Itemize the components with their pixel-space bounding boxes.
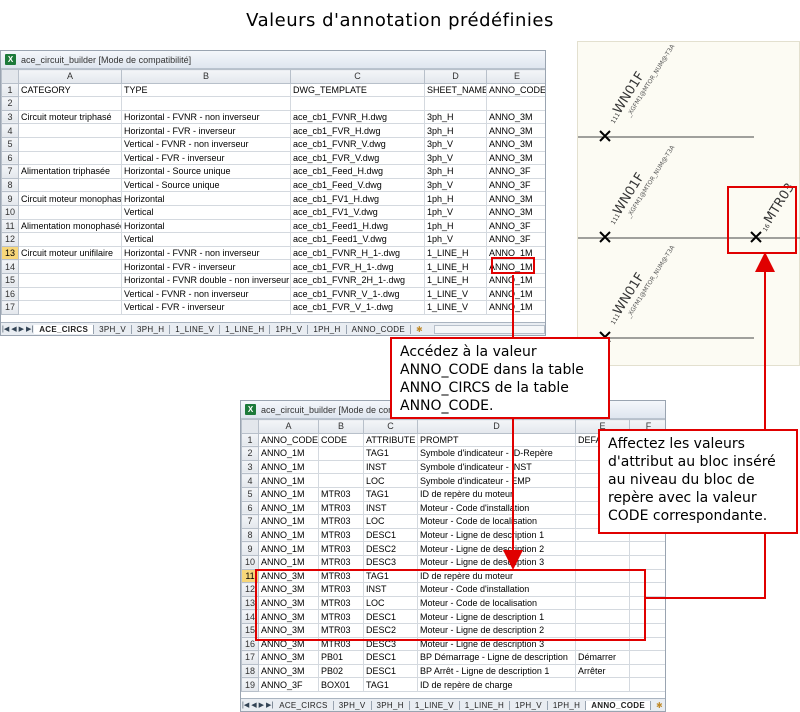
arrow-to-mtr03-tag <box>646 252 775 599</box>
connector-arrows <box>503 252 775 599</box>
